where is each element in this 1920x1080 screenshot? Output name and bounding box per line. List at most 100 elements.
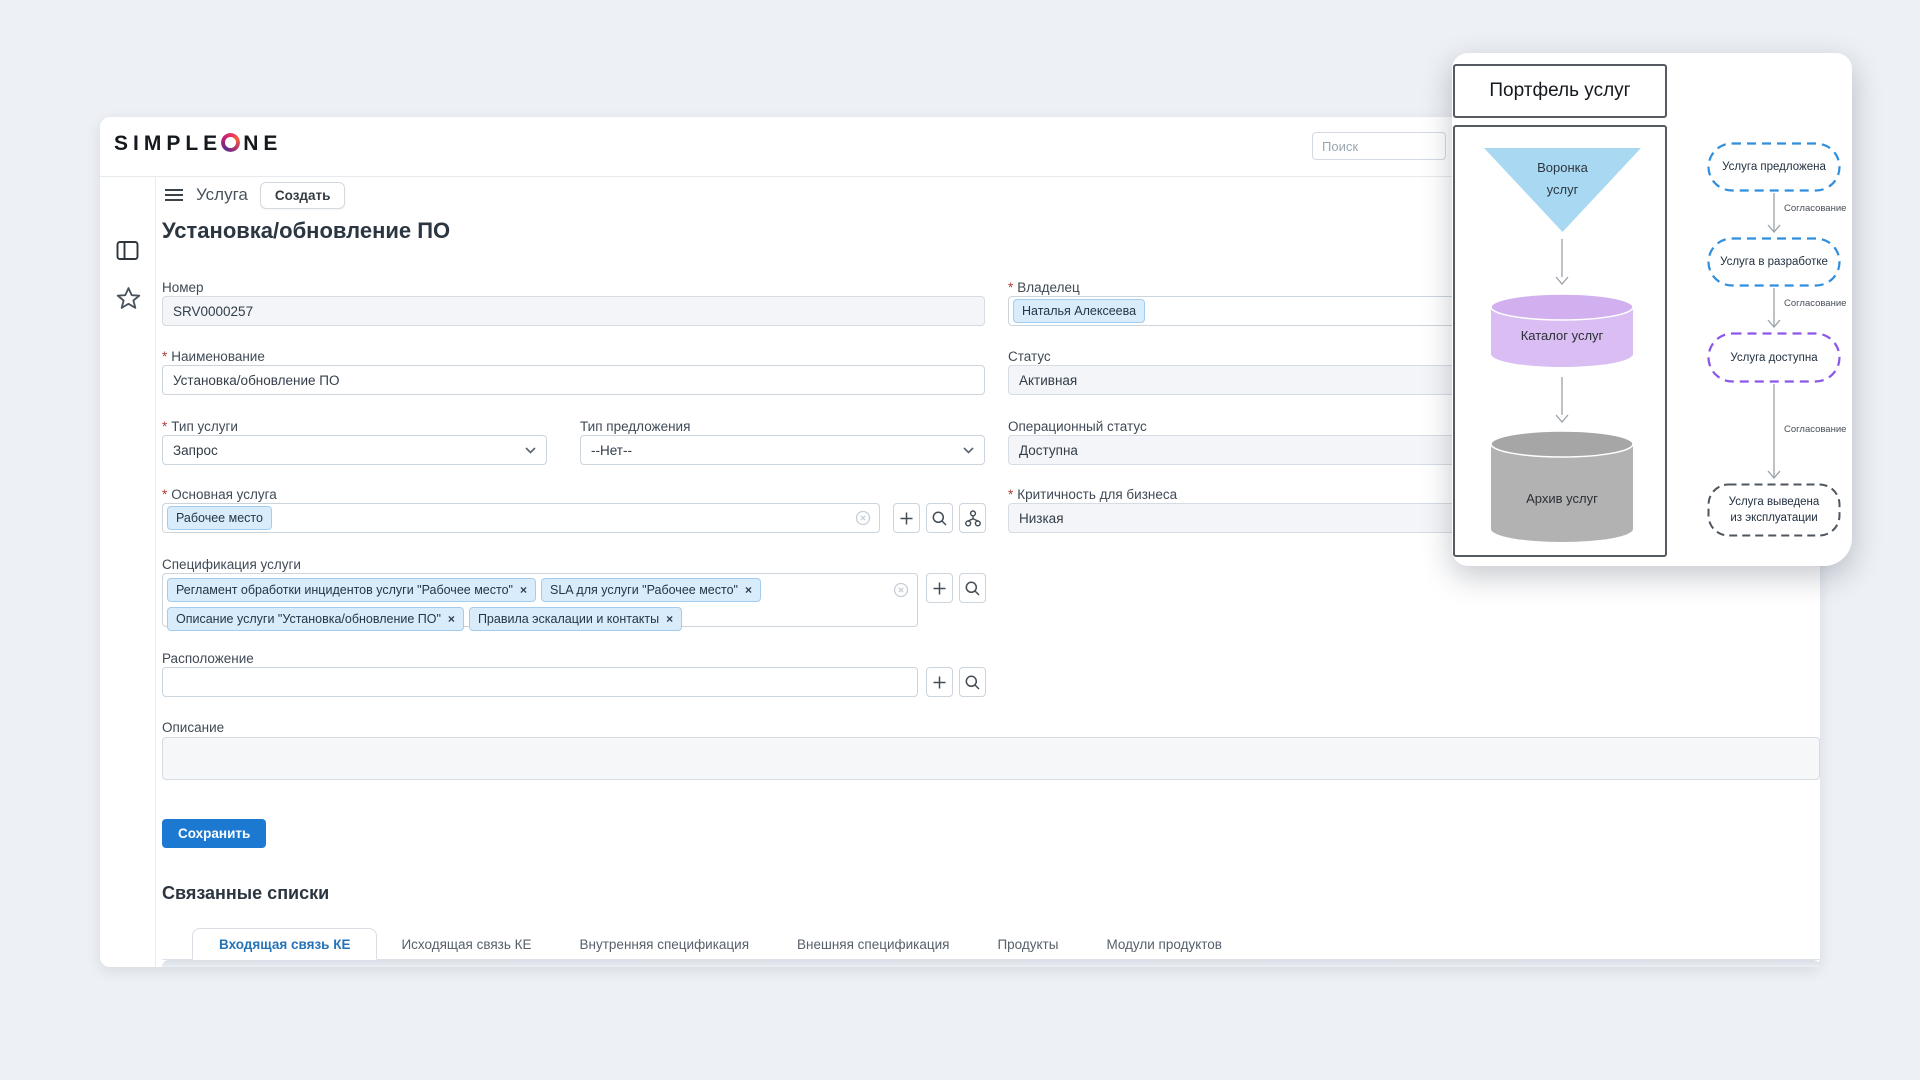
diagram-main-box: Воронкауслуг Каталог услуг Арх <box>1453 125 1667 557</box>
owner-chip: Наталья Алексеева <box>1013 299 1145 323</box>
search-icon <box>965 675 980 690</box>
favorite-button[interactable] <box>114 284 142 312</box>
create-button[interactable]: Создать <box>260 182 346 209</box>
service-type-label: * Тип услуги <box>162 419 238 434</box>
main-service-chip: Рабочее место <box>167 506 272 530</box>
brand-logo-text-right: NE <box>243 132 282 155</box>
brand-logo-text-left: SIMPLE <box>114 132 222 155</box>
specification-chip: Описание услуги "Установка/обновление ПО… <box>167 607 464 631</box>
related-lists-heading: Связанные списки <box>162 883 329 904</box>
brand-logo: SIMPLE NE <box>114 132 282 156</box>
operational-status-label: Операционный статус <box>1008 419 1147 434</box>
specification-label: Спецификация услуги <box>162 557 301 572</box>
search-icon <box>965 581 980 596</box>
description-label: Описание <box>162 720 224 735</box>
state-flow-arrows <box>1707 142 1847 542</box>
chip-remove-icon[interactable]: × <box>520 583 527 597</box>
service-archive-label: Архив услуг <box>1487 491 1637 506</box>
owner-label: * Владелец <box>1008 280 1080 295</box>
transition-label-approval: Согласование <box>1784 203 1846 214</box>
description-field[interactable] <box>162 737 1820 780</box>
owner-label-text: Владелец <box>1017 280 1079 295</box>
hierarchy-icon <box>965 510 981 527</box>
location-label: Расположение <box>162 651 254 666</box>
specification-chip-text: Правила эскалации и контакты <box>478 612 659 626</box>
plus-icon <box>933 582 946 595</box>
service-type-value: Запрос <box>173 443 218 458</box>
specification-chip-text: Регламент обработки инцидентов услуги "Р… <box>176 583 513 597</box>
tab-product-modules[interactable]: Модули продуктов <box>1082 937 1246 952</box>
specification-chip-text: SLA для услуги "Рабочее место" <box>550 583 738 597</box>
number-field[interactable] <box>162 296 985 326</box>
main-service-hierarchy-button[interactable] <box>959 503 986 533</box>
transition-label-approval: Согласование <box>1784 424 1846 435</box>
offering-type-label: Тип предложения <box>580 419 690 434</box>
name-label: * Наименование <box>162 349 265 364</box>
brand-logo-o-icon <box>221 133 240 152</box>
panel-icon <box>116 240 140 262</box>
main-service-label-text: Основная услуга <box>171 487 277 502</box>
main-service-search-button[interactable] <box>926 503 953 533</box>
specification-field[interactable]: Регламент обработки инцидентов услуги "Р… <box>162 573 918 627</box>
offering-type-select[interactable]: --Нет-- <box>580 435 985 465</box>
business-criticality-label: * Критичность для бизнеса <box>1008 487 1177 502</box>
save-button[interactable]: Сохранить <box>162 819 266 848</box>
business-criticality-label-text: Критичность для бизнеса <box>1017 487 1177 502</box>
chip-remove-icon[interactable]: × <box>448 612 455 626</box>
status-label: Статус <box>1008 349 1051 364</box>
service-portfolio-panel: Портфель услуг Воронкауслуг Каталог услу… <box>1452 53 1852 566</box>
clear-field-icon[interactable] <box>855 510 871 526</box>
hamburger-menu-icon[interactable] <box>164 188 184 202</box>
sidebar-toggle-button[interactable] <box>114 237 142 265</box>
related-list-header-strip <box>162 960 1820 967</box>
service-archive-cylinder: Архив услуг <box>1487 429 1637 550</box>
page-title: Установка/обновление ПО <box>162 218 450 244</box>
tab-products[interactable]: Продукты <box>973 937 1082 952</box>
location-field[interactable] <box>162 667 918 697</box>
tab-external-specification[interactable]: Внешняя спецификация <box>773 937 973 952</box>
specification-add-button[interactable] <box>926 573 953 603</box>
specification-search-button[interactable] <box>959 573 986 603</box>
required-mark: * <box>162 349 167 364</box>
transition-label-approval: Согласование <box>1784 298 1846 309</box>
chevron-down-icon <box>963 447 974 454</box>
tab-internal-specification[interactable]: Внутренняя спецификация <box>556 937 773 952</box>
search-icon <box>932 511 947 526</box>
record-toolbar: Услуга Создать <box>164 180 345 210</box>
related-list-tabs: Входящая связь КЕ Исходящая связь КЕ Вну… <box>192 928 1246 960</box>
location-add-button[interactable] <box>926 667 953 697</box>
owner-chip-text: Наталья Алексеева <box>1022 304 1136 318</box>
location-search-button[interactable] <box>959 667 986 697</box>
required-mark: * <box>1008 487 1013 502</box>
chip-remove-icon[interactable]: × <box>745 583 752 597</box>
tab-incoming-ci-links[interactable]: Входящая связь КЕ <box>192 928 377 960</box>
name-label-text: Наименование <box>171 349 265 364</box>
specification-chip: Регламент обработки инцидентов услуги "Р… <box>167 578 536 602</box>
number-label: Номер <box>162 280 204 295</box>
main-service-chip-text: Рабочее место <box>176 511 263 525</box>
main-service-field[interactable]: Рабочее место <box>162 503 880 533</box>
app-background: SIMPLENE Услуга <box>0 0 1920 1080</box>
chip-remove-icon[interactable]: × <box>666 612 673 626</box>
service-catalog-cylinder: Каталог услуг <box>1487 292 1637 375</box>
service-type-label-text: Тип услуги <box>171 419 238 434</box>
diagram-title-box: Портфель услуг <box>1453 64 1667 118</box>
offering-type-value: --Нет-- <box>591 443 632 458</box>
name-field[interactable] <box>162 365 985 395</box>
clear-field-icon[interactable] <box>893 582 909 598</box>
required-mark: * <box>162 487 167 502</box>
main-service-label: * Основная услуга <box>162 487 277 502</box>
chevron-down-icon <box>525 447 536 454</box>
required-mark: * <box>162 419 167 434</box>
specification-chip: SLA для услуги "Рабочее место" × <box>541 578 761 602</box>
plus-icon <box>900 512 913 525</box>
required-mark: * <box>1008 280 1013 295</box>
specification-chip-text: Описание услуги "Установка/обновление ПО… <box>176 612 441 626</box>
search-input[interactable] <box>1312 132 1446 160</box>
star-icon <box>116 286 141 310</box>
tab-outgoing-ci-links[interactable]: Исходящая связь КЕ <box>377 937 555 952</box>
service-catalog-label: Каталог услуг <box>1487 328 1637 343</box>
specification-chip: Правила эскалации и контакты × <box>469 607 682 631</box>
service-type-select[interactable]: Запрос <box>162 435 547 465</box>
main-service-add-button[interactable] <box>893 503 920 533</box>
